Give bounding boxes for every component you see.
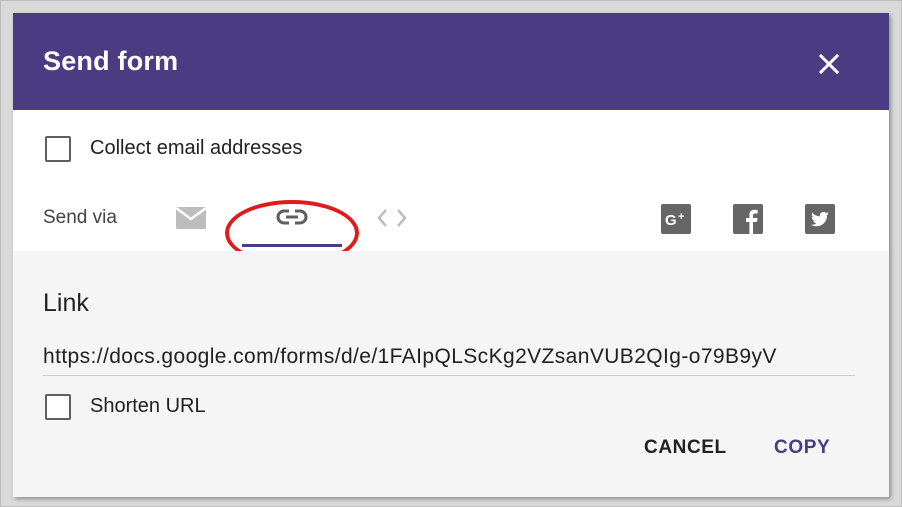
svg-text:G: G xyxy=(665,212,677,229)
email-icon[interactable] xyxy=(175,205,207,231)
google-plus-icon[interactable]: G + xyxy=(661,204,691,234)
embed-code-icon[interactable] xyxy=(376,207,408,229)
collect-email-label: Collect email addresses xyxy=(90,137,303,159)
dialog-header: Send form xyxy=(13,13,889,110)
shorten-url-label: Shorten URL xyxy=(90,395,206,417)
collect-email-checkbox[interactable] xyxy=(45,136,71,162)
svg-text:+: + xyxy=(678,211,684,223)
dialog-title: Send form xyxy=(43,46,179,76)
cancel-button[interactable]: CANCEL xyxy=(644,437,727,459)
close-icon[interactable] xyxy=(813,48,845,80)
send-via-label: Send via xyxy=(43,207,117,228)
link-url-field[interactable]: https://docs.google.com/forms/d/e/1FAIpQ… xyxy=(43,345,855,376)
send-form-dialog: Send form Collect email addresses Send v… xyxy=(13,13,889,497)
facebook-icon[interactable] xyxy=(733,204,763,234)
link-heading: Link xyxy=(43,289,89,317)
copy-button[interactable]: COPY xyxy=(774,437,830,459)
shorten-url-checkbox[interactable] xyxy=(45,394,71,420)
screenshot-frame: Send form Collect email addresses Send v… xyxy=(0,0,902,507)
twitter-icon[interactable] xyxy=(805,204,835,234)
